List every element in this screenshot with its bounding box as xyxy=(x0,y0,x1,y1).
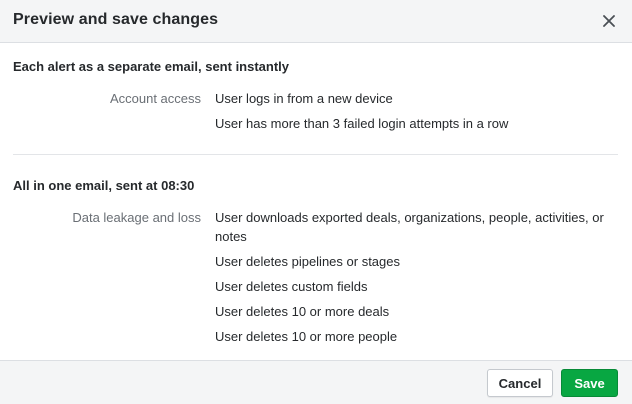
list-item: User deletes 10 or more people xyxy=(215,329,398,344)
dialog-content: Each alert as a separate email, sent ins… xyxy=(0,43,632,360)
group-label-data-leakage: Data leakage and loss xyxy=(72,210,201,225)
list-item: User deletes 10 or more deals xyxy=(215,304,390,319)
dialog-footer: Cancel Save xyxy=(0,360,632,404)
dialog-header: Preview and save changes xyxy=(0,0,632,43)
preview-save-dialog: Preview and save changes Each alert as a… xyxy=(0,0,632,404)
section-title-instant: Each alert as a separate email, sent ins… xyxy=(13,59,290,74)
list-item: User has more than 3 failed login attemp… xyxy=(215,116,509,131)
save-button[interactable]: Save xyxy=(561,369,618,397)
section-divider xyxy=(13,154,618,155)
section-title-digest: All in one email, sent at 08:30 xyxy=(13,178,195,193)
list-item: User deletes custom fields xyxy=(215,279,368,294)
dialog-title: Preview and save changes xyxy=(13,11,219,28)
list-item: User deletes pipelines or stages xyxy=(215,254,400,269)
list-item: User logs in from a new device xyxy=(215,91,393,106)
close-icon[interactable] xyxy=(600,12,618,30)
list-item: User downloads exported deals, organizat… xyxy=(215,210,604,244)
cancel-button[interactable]: Cancel xyxy=(487,369,553,397)
group-label-account-access: Account access xyxy=(109,91,201,106)
close-icon-glyph xyxy=(603,15,615,27)
